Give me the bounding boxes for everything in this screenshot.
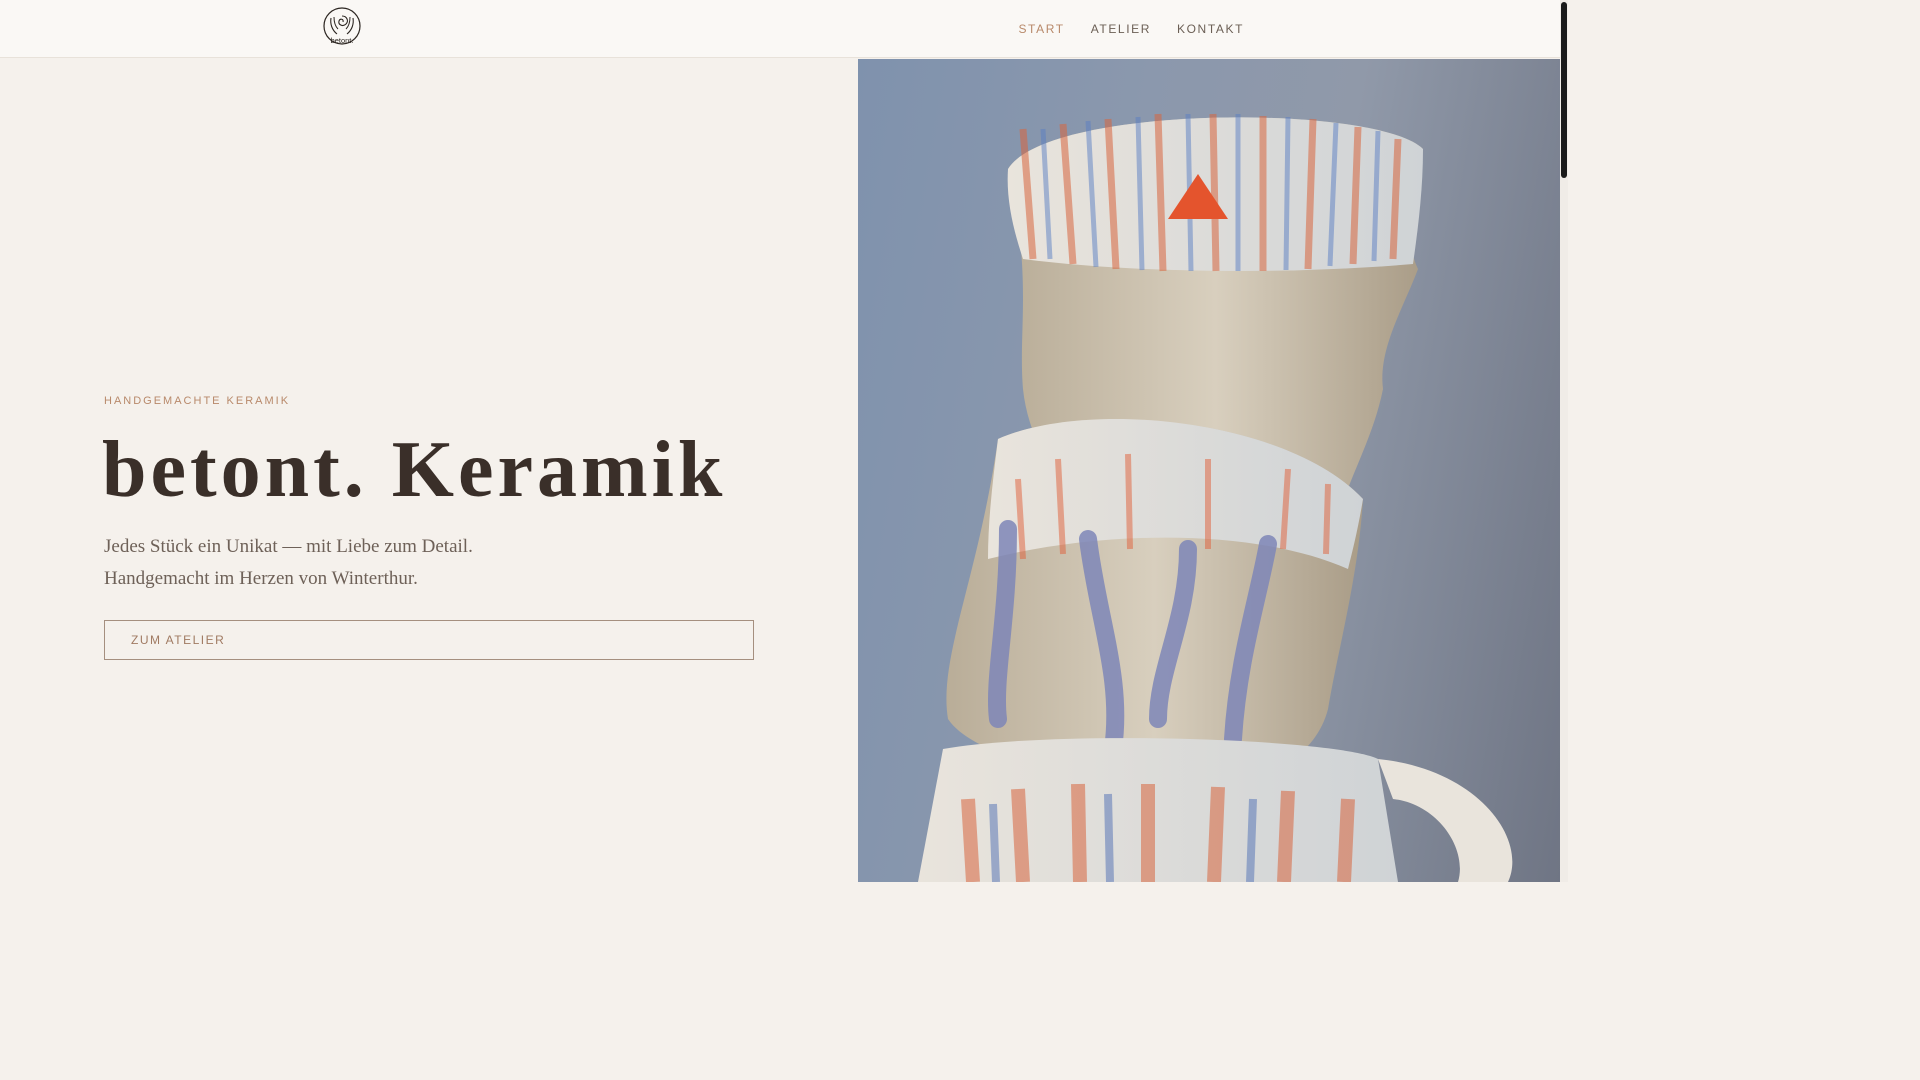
- hands-spiral-icon: betont.: [323, 7, 361, 45]
- main-nav: START ATELIER KONTAKT: [1018, 0, 1244, 58]
- hero-lead-line-2: Handgemacht im Herzen von Winterthur.: [104, 568, 418, 589]
- hero-image-stacked-ceramic-cups: [858, 59, 1560, 882]
- hero-title: betont. Keramik: [102, 426, 727, 514]
- brand-logo[interactable]: betont.: [322, 6, 362, 48]
- logo-wordmark: betont.: [331, 36, 354, 45]
- hero-eyebrow: HANDGEMACHTE KERAMIK: [104, 395, 291, 407]
- nav-start[interactable]: START: [1018, 22, 1064, 36]
- scrollbar-thumb[interactable]: [1561, 2, 1567, 178]
- nav-atelier[interactable]: ATELIER: [1091, 22, 1151, 36]
- ceramic-cups-illustration: [918, 113, 1513, 882]
- nav-kontakt[interactable]: KONTAKT: [1177, 22, 1244, 36]
- site-header: betont. START ATELIER KONTAKT: [0, 0, 1560, 58]
- zum-atelier-button[interactable]: ZUM ATELIER: [104, 620, 754, 660]
- hero-lead: Jedes Stück ein Unikat — mit Liebe zum D…: [104, 531, 473, 595]
- hero-content: HANDGEMACHTE KERAMIK betont. Keramik Jed…: [0, 59, 858, 882]
- hero-lead-line-1: Jedes Stück ein Unikat — mit Liebe zum D…: [104, 536, 473, 557]
